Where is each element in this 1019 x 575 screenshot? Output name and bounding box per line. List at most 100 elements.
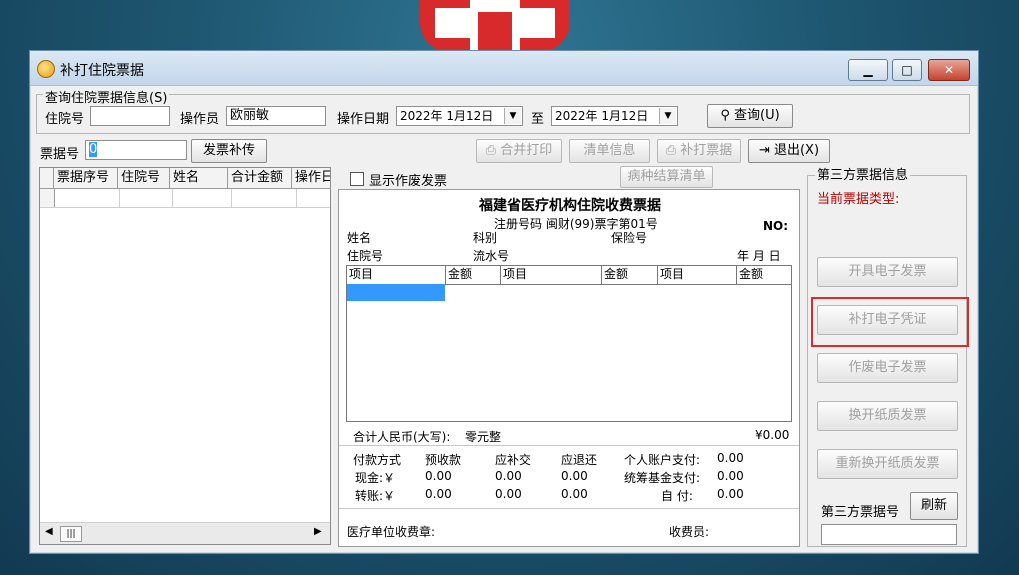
transfer-pay-more-value: 0.00: [495, 487, 522, 501]
maximize-icon: □: [901, 63, 913, 77]
exit-button-label: 退出(X): [773, 143, 820, 158]
ticket-no-value: 0: [89, 142, 98, 157]
cash-refund-value: 0.00: [561, 469, 588, 483]
receipt-insurance-label: 保险号: [611, 231, 648, 245]
operator-input[interactable]: 欧丽敏: [226, 106, 326, 126]
chevron-down-icon[interactable]: ▼: [504, 108, 521, 124]
reprint-inpatient-ticket-window: 补打住院票据 ▁ □ ✕ 查询住院票据信息(S) 住院号 操作员 欧丽敏 操作日…: [29, 50, 979, 554]
pool-fund-value: 0.00: [717, 469, 744, 483]
search-button-label: 查询(U): [734, 108, 780, 123]
date-from-picker[interactable]: 2022年 1月12日 ▼: [396, 106, 523, 126]
item-col-project: 项目: [658, 266, 737, 284]
col-header-total[interactable]: 合计金额: [228, 168, 292, 188]
close-button[interactable]: ✕: [928, 59, 970, 81]
disease-settlement-button[interactable]: 病种结算清单: [620, 166, 713, 188]
item-col-amount: 金额: [446, 266, 501, 284]
receipt-title: 福建省医疗机构住院收费票据: [479, 198, 661, 214]
receipt-items-grid[interactable]: [346, 283, 792, 422]
row-indicator: [40, 189, 55, 207]
reprint-e-voucher-button[interactable]: 补打电子凭证: [817, 305, 958, 335]
cashier-label: 收费员:: [669, 525, 710, 539]
table-row[interactable]: [40, 189, 330, 208]
title-bar[interactable]: 补打住院票据 ▁ □ ✕: [30, 51, 978, 86]
col-header-name[interactable]: 姓名: [170, 168, 228, 188]
merge-print-button[interactable]: ⎙ 合并打印: [476, 139, 562, 163]
reswitch-paper-invoice-button[interactable]: 重新换开纸质发票: [817, 449, 958, 479]
ticket-list-table[interactable]: 票据序号 住院号 姓名 合计金额 操作日 ◀ ||| ▶: [39, 167, 331, 545]
cash-prepaid-value: 0.00: [425, 469, 452, 483]
window-title: 补打住院票据: [60, 63, 144, 79]
self-pay-value: 0.00: [717, 487, 744, 501]
minimize-icon: ▁: [863, 63, 873, 77]
issue-e-invoice-button[interactable]: 开具电子发票: [817, 257, 958, 287]
stamp-label: 医疗单位收费章:: [347, 525, 436, 539]
receipt-name-label: 姓名: [347, 231, 372, 245]
exit-door-icon: ⇥: [758, 143, 770, 158]
pay-more-label: 应补交: [495, 453, 532, 467]
show-void-checkbox[interactable]: [350, 172, 364, 186]
col-header-ticket-seq[interactable]: 票据序号: [54, 168, 118, 188]
app-icon: [37, 60, 55, 78]
current-ticket-type-label: 当前票据类型:: [817, 192, 900, 207]
ticket-no-label: 票据号: [40, 147, 80, 162]
receipt-divider: [339, 445, 799, 446]
inpatient-no-label: 住院号: [45, 112, 85, 127]
logo-cross-center: [478, 12, 512, 52]
table-cell: [173, 189, 232, 207]
col-header-op-date[interactable]: 操作日: [292, 168, 330, 188]
transfer-label: 转账:￥: [355, 489, 396, 503]
receipt-no-label: NO:: [763, 219, 789, 233]
table-cell: [232, 189, 297, 207]
cash-label: 现金:￥: [355, 471, 396, 485]
item-col-project: 项目: [347, 266, 446, 284]
pay-method-label: 付款方式: [353, 453, 402, 467]
col-header-inpatient-no[interactable]: 住院号: [118, 168, 170, 188]
date-to-picker[interactable]: 2022年 1月12日 ▼: [551, 106, 678, 126]
reupload-invoice-button[interactable]: 发票补传: [191, 139, 267, 163]
ticket-no-input[interactable]: 0: [85, 140, 187, 160]
total-words: 零元整: [465, 430, 502, 444]
maximize-button[interactable]: □: [892, 59, 922, 81]
reprint-ticket-label: 补打票据: [680, 143, 733, 158]
chevron-down-icon[interactable]: ▼: [659, 108, 676, 124]
third-party-number-input[interactable]: [821, 524, 957, 545]
exit-button[interactable]: ⇥ 退出(X): [748, 139, 830, 163]
scroll-thumb[interactable]: |||: [60, 526, 82, 542]
minimize-button[interactable]: ▁: [848, 59, 888, 81]
table-cell: [120, 189, 173, 207]
to-label: 至: [531, 112, 545, 127]
reprint-ticket-button[interactable]: ⎙ 补打票据: [657, 139, 741, 163]
search-button[interactable]: ⚲ 查询(U): [707, 104, 793, 128]
horizontal-scrollbar[interactable]: ◀ ||| ▶: [40, 522, 330, 544]
receipt-serial-label: 流水号: [473, 249, 510, 263]
scroll-right-icon[interactable]: ▶: [314, 526, 322, 537]
operator-label: 操作员: [180, 112, 220, 127]
receipt-dept-label: 科别: [473, 231, 498, 245]
total-label: 合计人民币(大写):: [353, 430, 451, 444]
table-cell: [55, 189, 120, 207]
date-label: 操作日期: [337, 112, 390, 127]
date-to-value: 2022年 1月12日: [555, 109, 649, 123]
close-icon: ✕: [943, 63, 955, 77]
self-pay-label: 自 付:: [661, 489, 693, 503]
receipt-preview: 福建省医疗机构住院收费票据 注册号码 闽财(99)票字第01号 NO: 姓名 科…: [338, 189, 800, 547]
third-party-title: 第三方票据信息: [815, 164, 911, 183]
detail-info-button[interactable]: 清单信息: [569, 139, 650, 163]
pool-fund-label: 统筹基金支付:: [624, 471, 701, 485]
receipt-inpatient-label: 住院号: [347, 249, 384, 263]
item-col-amount: 金额: [602, 266, 658, 284]
switch-paper-invoice-button[interactable]: 换开纸质发票: [817, 401, 958, 431]
row-selector-header: [40, 168, 54, 188]
transfer-prepaid-value: 0.00: [425, 487, 452, 501]
refund-label: 应退还: [561, 453, 598, 467]
refresh-button[interactable]: 刷新: [910, 492, 958, 520]
ticket-list-header: 票据序号 住院号 姓名 合计金额 操作日: [40, 168, 330, 189]
cash-pay-more-value: 0.00: [495, 469, 522, 483]
show-void-label: 显示作废发票: [369, 174, 448, 189]
query-group-title: 查询住院票据信息(S): [43, 87, 170, 106]
receipt-divider: [339, 508, 799, 509]
inpatient-no-input[interactable]: [90, 106, 170, 126]
scroll-left-icon[interactable]: ◀: [45, 526, 53, 537]
merge-print-label: 合并打印: [500, 143, 553, 158]
void-e-invoice-button[interactable]: 作废电子发票: [817, 353, 958, 383]
